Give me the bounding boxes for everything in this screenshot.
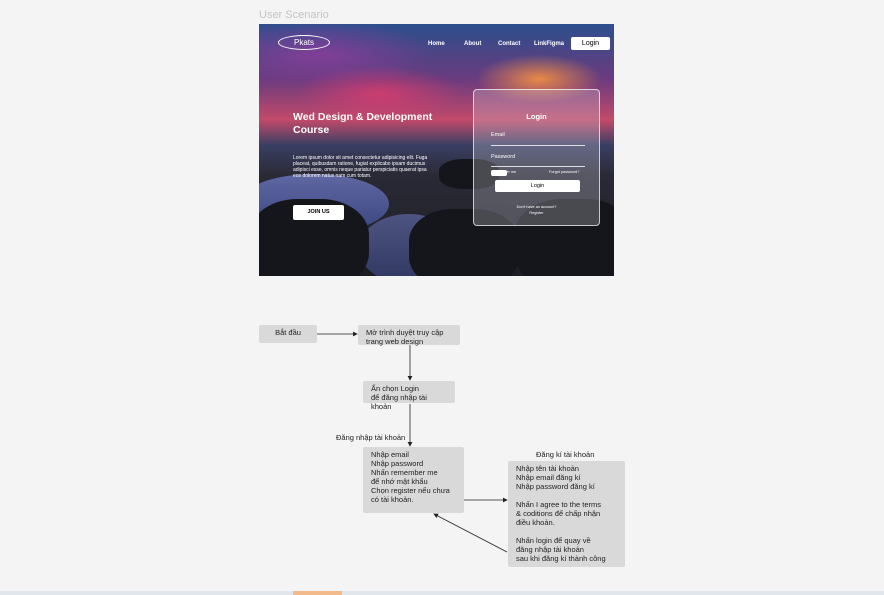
bottom-bar-segment: [293, 591, 342, 595]
flow-start: Bắt đầu: [259, 325, 317, 343]
flow-login-steps: Nhập email Nhập password Nhấn remember m…: [363, 447, 464, 513]
flow-login-label: Đăng nhập tài khoản: [336, 433, 406, 442]
flow-register-steps: Nhập tên tài khoản Nhập email đăng kí Nh…: [508, 461, 625, 567]
bottom-bar: [0, 591, 884, 595]
flow-open-browser: Mở trình duyệt truy cập trang web design: [358, 325, 460, 346]
arrow-register-to-login: [433, 513, 508, 553]
flow-register-label: Đăng kí tài khoản: [536, 450, 595, 459]
flow-choose-login: Ấn chọn Login để đăng nhập tài khoản: [363, 381, 455, 411]
